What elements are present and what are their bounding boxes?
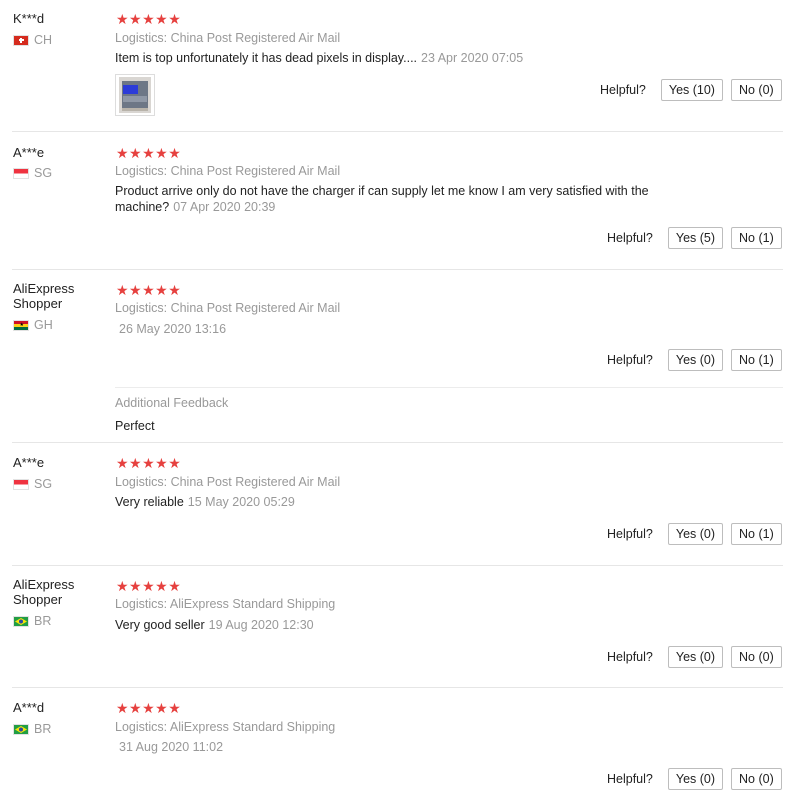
review-divider xyxy=(12,269,783,270)
helpful-no-button[interactable]: No (1) xyxy=(731,227,782,249)
reviewer-country: BR xyxy=(13,614,51,628)
helpful-no-button[interactable]: No (0) xyxy=(731,768,782,790)
helpful-label: Helpful? xyxy=(607,772,653,786)
review-divider xyxy=(12,687,783,688)
review-text: Product arrive only do not have the char… xyxy=(115,183,649,215)
additional-feedback-title: Additional Feedback xyxy=(115,396,229,410)
helpful-no-button[interactable]: No (1) xyxy=(731,349,782,371)
helpful-vote: Helpful? Yes (0) No (0) xyxy=(607,768,782,790)
brazil-flag-icon xyxy=(13,723,29,735)
star-rating: ★★★★★ xyxy=(116,700,182,716)
brazil-flag-icon xyxy=(13,615,29,627)
helpful-yes-button[interactable]: Yes (0) xyxy=(667,349,724,371)
helpful-label: Helpful? xyxy=(607,231,653,245)
review-text: 26 May 2020 13:16 xyxy=(115,321,226,337)
review-body-line-1: Product arrive only do not have the char… xyxy=(115,184,649,198)
helpful-label: Helpful? xyxy=(600,83,646,97)
review-divider xyxy=(12,131,783,132)
country-code: SG xyxy=(34,477,53,491)
additional-feedback-text: Perfect xyxy=(115,419,155,433)
review-date: 26 May 2020 13:16 xyxy=(119,322,227,336)
review-text: Very good seller 19 Aug 2020 12:30 xyxy=(115,617,314,633)
helpful-no-button[interactable]: No (0) xyxy=(730,79,782,101)
country-code: BR xyxy=(34,614,52,628)
logistics-info: Logistics: China Post Registered Air Mai… xyxy=(115,164,341,178)
reviewer-name: AliExpress Shopper xyxy=(13,281,103,311)
review-body: Very reliable xyxy=(115,495,184,509)
review-body: Very good seller xyxy=(115,618,205,632)
review-date: 23 Apr 2020 07:05 xyxy=(421,51,524,65)
reviewer-name: AliExpress Shopper xyxy=(13,577,103,607)
logistics-info: Logistics: AliExpress Standard Shipping xyxy=(115,720,336,734)
reviewer-name-line-1: AliExpress xyxy=(13,577,75,592)
helpful-vote: Helpful? Yes (5) No (1) xyxy=(607,227,782,249)
helpful-vote: Helpful? Yes (0) No (0) xyxy=(607,646,782,668)
star-rating: ★★★★★ xyxy=(116,455,182,471)
reviewer-country: SG xyxy=(13,166,52,180)
review-photo-thumbnail[interactable] xyxy=(115,74,155,116)
review-body: Item is top unfortunately it has dead pi… xyxy=(115,51,418,65)
star-rating: ★★★★★ xyxy=(116,145,182,161)
reviewer-name: A***e xyxy=(13,455,45,470)
logistics-info: Logistics: China Post Registered Air Mai… xyxy=(115,301,341,315)
review-date: 19 Aug 2020 12:30 xyxy=(208,618,314,632)
review-date: 07 Apr 2020 20:39 xyxy=(173,200,276,214)
helpful-yes-button[interactable]: Yes (0) xyxy=(667,768,724,790)
singapore-flag-icon xyxy=(13,167,29,179)
ghana-flag-icon: ★ xyxy=(13,319,29,331)
helpful-yes-button[interactable]: Yes (0) xyxy=(667,523,724,545)
review-text: 31 Aug 2020 11:02 xyxy=(115,739,223,755)
review-divider xyxy=(12,442,783,443)
logistics-info: Logistics: AliExpress Standard Shipping xyxy=(115,597,336,611)
helpful-yes-button[interactable]: Yes (5) xyxy=(667,227,724,249)
helpful-no-button[interactable]: No (0) xyxy=(731,646,782,668)
reviewer-country: CH xyxy=(13,33,52,47)
star-rating: ★★★★★ xyxy=(116,578,182,594)
reviewer-name-line-2: Shopper xyxy=(13,592,63,607)
helpful-yes-button[interactable]: Yes (10) xyxy=(660,79,723,101)
helpful-vote: Helpful? Yes (0) No (1) xyxy=(607,523,782,545)
review-date: 31 Aug 2020 11:02 xyxy=(119,740,224,754)
reviewer-name-line-2: Shopper xyxy=(13,296,63,311)
reviewer-name: K***d xyxy=(13,11,45,26)
helpful-vote: Helpful? Yes (0) No (1) xyxy=(607,349,782,371)
star-rating: ★★★★★ xyxy=(116,282,182,298)
helpful-label: Helpful? xyxy=(607,650,653,664)
review-photo-image xyxy=(119,77,151,113)
review-divider xyxy=(12,565,783,566)
country-code: CH xyxy=(34,33,53,47)
reviewer-country: SG xyxy=(13,477,52,491)
switzerland-flag-icon xyxy=(13,34,29,46)
review-body-line-2: machine? xyxy=(115,200,170,214)
reviewer-country: BR xyxy=(13,722,51,736)
review-text: Very reliable 15 May 2020 05:29 xyxy=(115,494,295,510)
logistics-info: Logistics: China Post Registered Air Mai… xyxy=(115,475,341,489)
country-code: GH xyxy=(34,318,53,332)
reviewer-name: A***e xyxy=(13,145,45,160)
helpful-yes-button[interactable]: Yes (0) xyxy=(667,646,724,668)
country-code: SG xyxy=(34,166,53,180)
helpful-label: Helpful? xyxy=(607,527,653,541)
country-code: BR xyxy=(34,722,52,736)
helpful-no-button[interactable]: No (1) xyxy=(731,523,782,545)
review-text: Item is top unfortunately it has dead pi… xyxy=(115,50,523,66)
singapore-flag-icon xyxy=(13,478,29,490)
reviewer-country: ★ GH xyxy=(13,318,53,332)
helpful-label: Helpful? xyxy=(607,353,653,367)
review-date: 15 May 2020 05:29 xyxy=(187,495,295,509)
star-rating: ★★★★★ xyxy=(116,11,182,27)
reviewer-name-line-1: AliExpress xyxy=(13,281,75,296)
helpful-vote: Helpful? Yes (10) No (0) xyxy=(600,79,782,101)
reviewer-name: A***d xyxy=(13,700,45,715)
logistics-info: Logistics: China Post Registered Air Mai… xyxy=(115,31,341,45)
additional-feedback-divider xyxy=(115,387,783,388)
